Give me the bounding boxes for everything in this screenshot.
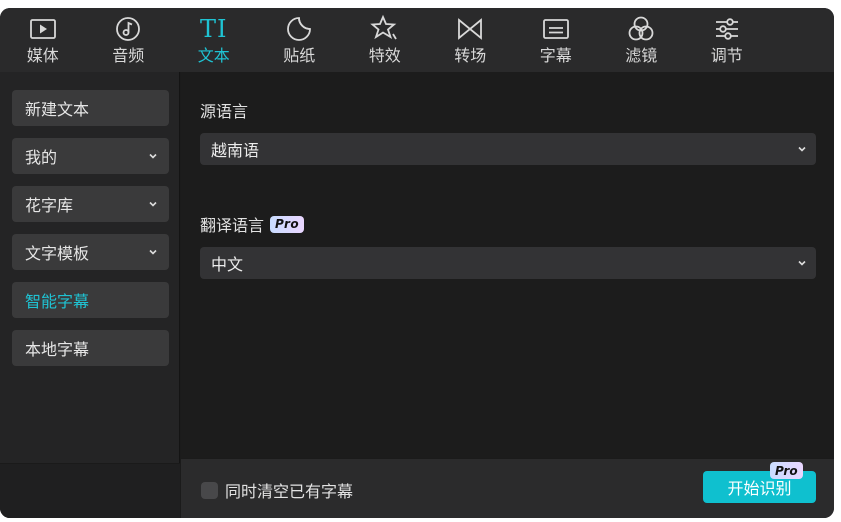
tab-filter[interactable]: 滤镜 bbox=[599, 8, 685, 72]
sidebar-item-label: 文字模板 bbox=[25, 244, 90, 263]
target-language-value: 中文 bbox=[211, 255, 244, 274]
tab-media[interactable]: 媒体 bbox=[0, 8, 86, 72]
pro-badge: Pro bbox=[270, 215, 305, 233]
sidebar: 新建文本 我的 花字库 文字模板 智能字幕 本地字幕 bbox=[0, 72, 180, 518]
text-panel-window: 媒体 音频 TI 文本 贴纸 特效 转场 字幕 滤镜 调节 新建文本 我的 花字… bbox=[0, 8, 834, 518]
checkbox-box[interactable] bbox=[201, 481, 218, 499]
chevron-down-icon bbox=[798, 146, 806, 152]
bottom-bar: 同时清空已有字幕 开始识别 Pro bbox=[181, 459, 834, 518]
target-language-label-text: 翻译语言 bbox=[200, 216, 265, 235]
tab-text[interactable]: TI 文本 bbox=[171, 8, 257, 72]
pro-badge: Pro bbox=[770, 462, 803, 479]
tab-transition-label: 转场 bbox=[454, 46, 487, 65]
sidebar-item-smart-subtitle[interactable]: 智能字幕 bbox=[12, 282, 169, 318]
clear-existing-subtitles-checkbox[interactable]: 同时清空已有字幕 bbox=[201, 478, 353, 502]
tab-audio-label: 音频 bbox=[112, 46, 145, 65]
text-ti-icon: TI bbox=[200, 15, 228, 43]
tab-text-label: 文本 bbox=[197, 46, 230, 65]
sticker-icon bbox=[287, 17, 312, 41]
sidebar-item-mine[interactable]: 我的 bbox=[12, 138, 169, 174]
checkbox-label: 同时清空已有字幕 bbox=[225, 482, 354, 501]
tab-audio[interactable]: 音频 bbox=[86, 8, 172, 72]
sidebar-item-text-template[interactable]: 文字模板 bbox=[12, 234, 169, 270]
chevron-down-icon bbox=[149, 153, 157, 159]
source-language-label-text: 源语言 bbox=[200, 102, 249, 121]
sidebar-item-label: 我的 bbox=[25, 148, 58, 167]
tab-adjust[interactable]: 调节 bbox=[684, 8, 770, 72]
tab-media-label: 媒体 bbox=[26, 46, 59, 65]
sidebar-item-label: 新建文本 bbox=[25, 100, 90, 119]
tab-effects-label: 特效 bbox=[368, 46, 401, 65]
top-toolbar: 媒体 音频 TI 文本 贴纸 特效 转场 字幕 滤镜 调节 bbox=[0, 8, 834, 72]
tab-subtitle[interactable]: 字幕 bbox=[513, 8, 599, 72]
source-language-label: 源语言 bbox=[200, 98, 248, 122]
main-panel: 源语言 越南语 翻译语言 Pro 中文 bbox=[181, 72, 834, 458]
tab-adjust-label: 调节 bbox=[710, 46, 743, 65]
media-play-icon bbox=[29, 19, 56, 39]
sidebar-item-fancy-text[interactable]: 花字库 bbox=[12, 186, 169, 222]
sidebar-item-new-text[interactable]: 新建文本 bbox=[12, 90, 169, 126]
chevron-down-icon bbox=[149, 249, 157, 255]
tab-sticker[interactable]: 贴纸 bbox=[257, 8, 343, 72]
subtitle-icon bbox=[542, 19, 569, 39]
effects-star-icon bbox=[369, 14, 397, 40]
sidebar-item-local-subtitle[interactable]: 本地字幕 bbox=[12, 330, 169, 366]
tab-effects[interactable]: 特效 bbox=[342, 8, 428, 72]
sidebar-item-label: 智能字幕 bbox=[25, 292, 90, 311]
sidebar-item-label: 本地字幕 bbox=[25, 340, 90, 359]
transition-bowtie-icon bbox=[458, 18, 483, 40]
sidebar-footer bbox=[0, 463, 180, 518]
adjust-sliders-icon bbox=[715, 18, 738, 40]
sidebar-item-label: 花字库 bbox=[25, 196, 74, 215]
chevron-down-icon bbox=[149, 201, 157, 207]
tab-transition[interactable]: 转场 bbox=[428, 8, 514, 72]
audio-note-icon bbox=[116, 17, 141, 41]
target-language-select[interactable]: 中文 bbox=[200, 247, 816, 279]
filter-circles-icon bbox=[628, 16, 654, 41]
source-language-value: 越南语 bbox=[211, 141, 260, 160]
chevron-down-icon bbox=[798, 260, 806, 266]
target-language-label: 翻译语言 Pro bbox=[200, 212, 305, 236]
tab-sticker-label: 贴纸 bbox=[283, 46, 316, 65]
tab-subtitle-label: 字幕 bbox=[539, 46, 572, 65]
tab-filter-label: 滤镜 bbox=[625, 46, 658, 65]
source-language-select[interactable]: 越南语 bbox=[200, 133, 816, 165]
